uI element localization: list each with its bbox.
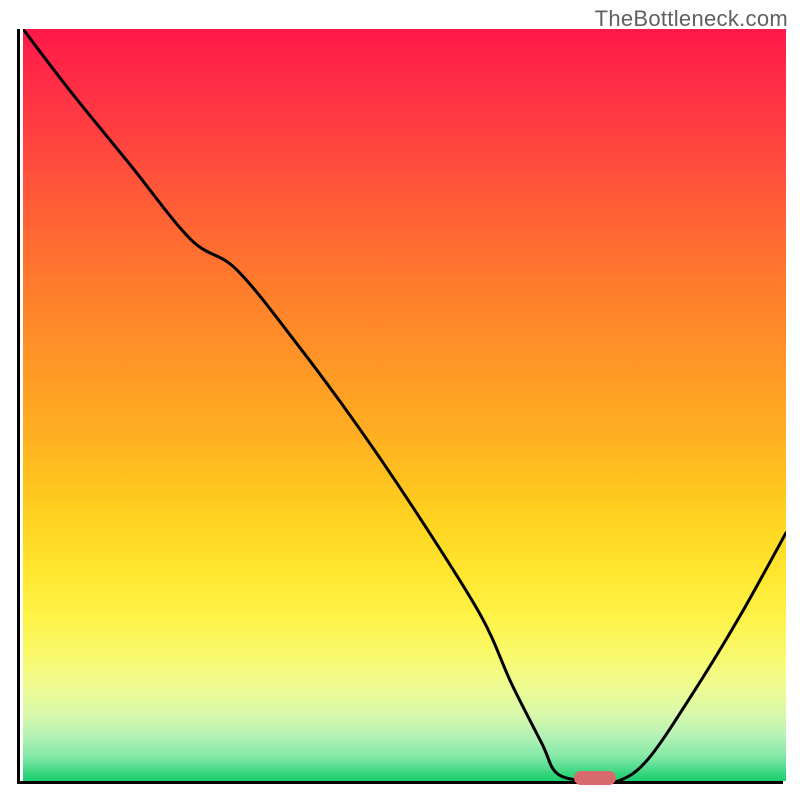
curve-line — [23, 29, 786, 781]
watermark-text: TheBottleneck.com — [595, 6, 788, 32]
chart-plot-area — [17, 29, 783, 784]
optimal-marker — [574, 771, 616, 785]
